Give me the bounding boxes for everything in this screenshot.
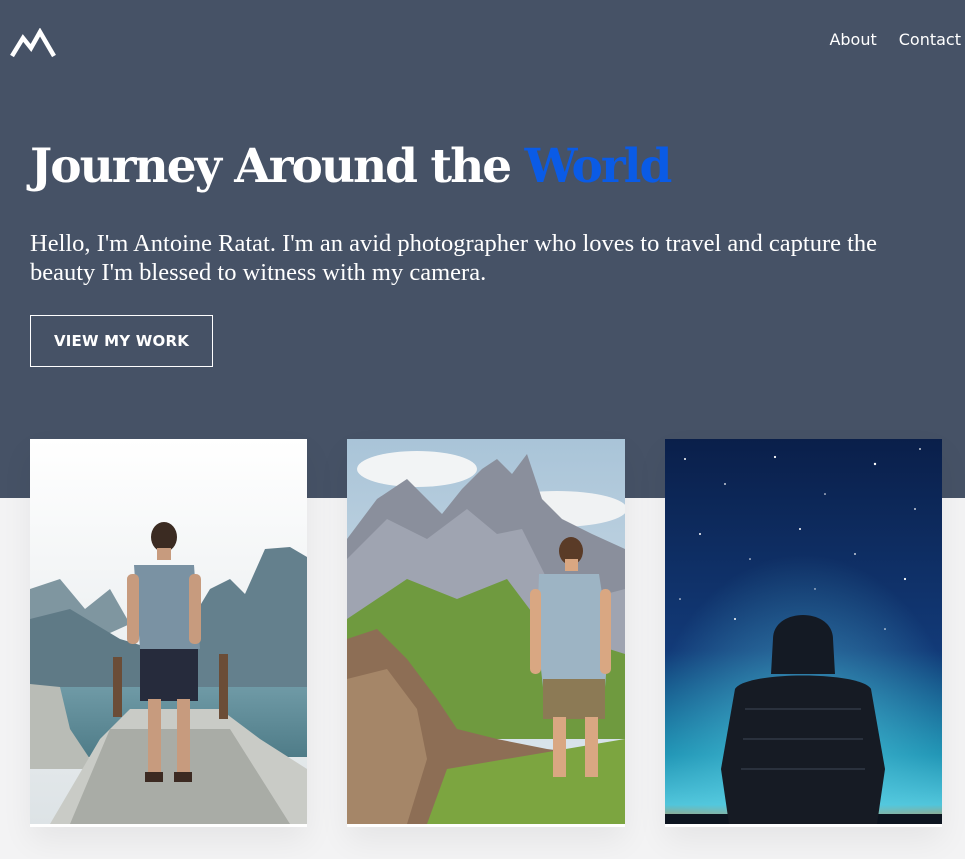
gallery-card-lake[interactable] [30, 439, 307, 827]
nav-link-about[interactable]: About [829, 30, 876, 50]
lake-pier-photo-icon [30, 439, 307, 824]
top-nav: About Contact [829, 30, 961, 50]
page-title: Journey Around the World [30, 136, 673, 198]
mountain-ridge-photo-icon [347, 439, 625, 824]
page-title-accent: World [524, 139, 673, 194]
view-my-work-button[interactable]: VIEW MY WORK [30, 315, 213, 367]
gallery-card-mountains[interactable] [347, 439, 625, 827]
nav-link-contact[interactable]: Contact [899, 30, 961, 50]
night-sky-photo-icon [665, 439, 942, 824]
hero-section: About Contact Journey Around the World H… [0, 0, 965, 498]
hero-intro-text: Hello, I'm Antoine Ratat. I'm an avid ph… [30, 230, 878, 286]
gallery-card-night-sky[interactable] [665, 439, 942, 827]
mountain-logo-icon[interactable] [10, 28, 56, 60]
page-title-main: Journey Around the [30, 139, 525, 194]
